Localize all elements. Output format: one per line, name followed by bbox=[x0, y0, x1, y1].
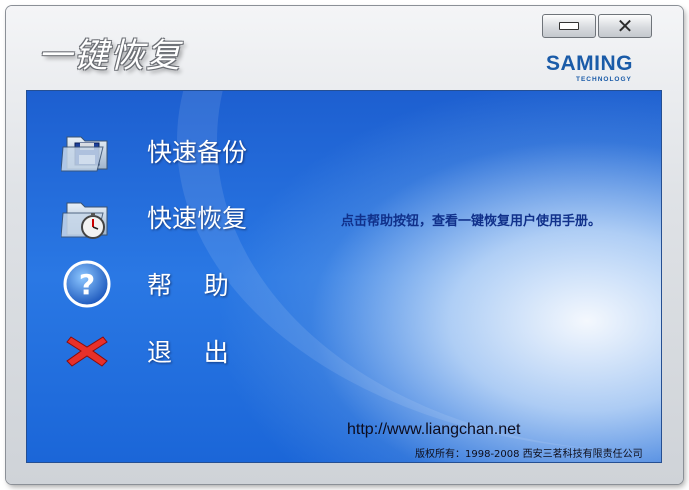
close-button[interactable]: ✕ bbox=[598, 14, 652, 38]
help-button[interactable]: ? 帮 助 bbox=[61, 256, 271, 312]
help-label: 帮 助 bbox=[147, 271, 229, 300]
quick-restore-label: 快速恢复 bbox=[147, 204, 248, 233]
red-x-exit-icon bbox=[61, 325, 113, 377]
window-title: 一键恢复 bbox=[38, 36, 182, 76]
quick-backup-label: 快速备份 bbox=[147, 138, 248, 167]
folder-stopwatch-icon bbox=[60, 191, 113, 243]
copyright-text: 版权所有：1998-2008 西安三茗科技有限责任公司 bbox=[415, 449, 643, 460]
minimize-icon bbox=[559, 22, 579, 30]
minimize-button[interactable] bbox=[542, 14, 596, 38]
exit-button[interactable]: 退 出 bbox=[61, 323, 271, 379]
help-question-icon: ? bbox=[61, 258, 113, 310]
app-window: 一键恢复 ✕ SAMING TECHNOLOGY 快速备份 快速恢复 ? 帮 助… bbox=[6, 6, 683, 484]
quick-restore-button[interactable]: 快速恢复 bbox=[60, 189, 271, 245]
exit-label: 退 出 bbox=[147, 338, 229, 367]
quick-backup-button[interactable]: 快速备份 bbox=[60, 123, 271, 179]
close-icon: ✕ bbox=[616, 14, 634, 38]
brand-name: SAMING bbox=[546, 52, 633, 75]
svg-text:?: ? bbox=[79, 268, 95, 301]
brand-logo: SAMING TECHNOLOGY bbox=[546, 50, 648, 86]
help-hint-text: 点击帮助按钮，查看一键恢复用户使用手册。 bbox=[341, 214, 602, 229]
brand-subtitle: TECHNOLOGY bbox=[576, 76, 632, 83]
folder-floppy-icon bbox=[60, 125, 113, 177]
website-link[interactable]: http://www.liangchan.net bbox=[347, 421, 520, 439]
main-panel: 快速备份 快速恢复 ? 帮 助 退 出 点击帮助按钮，查看一键恢复用户使用手册。… bbox=[26, 90, 662, 463]
